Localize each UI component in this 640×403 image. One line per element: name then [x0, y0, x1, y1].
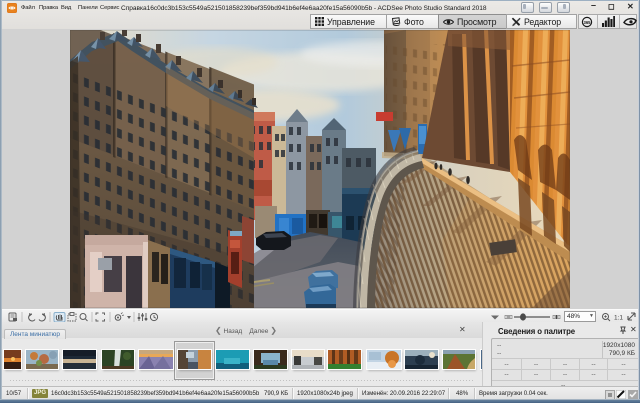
- svg-text:1:1: 1:1: [614, 315, 623, 322]
- svg-text:365: 365: [584, 20, 592, 25]
